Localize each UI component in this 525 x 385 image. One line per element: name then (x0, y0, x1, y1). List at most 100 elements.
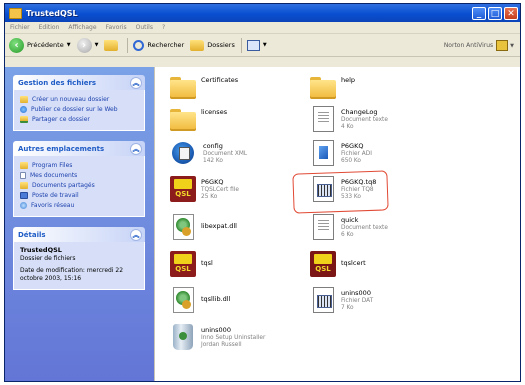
annotation-highlight (292, 170, 389, 214)
file-item[interactable]: tqsl (170, 251, 325, 277)
task-publish-web[interactable]: Publier ce dossier sur le Web (20, 105, 139, 114)
place-label: Poste de travail (32, 192, 79, 199)
task-pane: Gestion des fichiers ︽ Créer un nouveau … (5, 67, 154, 381)
norton-antivirus-button[interactable]: Norton AntiVirus ▼ (444, 40, 514, 51)
folder-icon (170, 106, 196, 132)
collapse-chevron-icon[interactable]: ︽ (130, 229, 142, 241)
file-name: unins000 (201, 326, 231, 334)
collapse-chevron-icon[interactable]: ︽ (130, 77, 142, 89)
close-button[interactable]: ✕ (504, 6, 518, 20)
menu-tools[interactable]: Outils (136, 24, 153, 31)
title-bar[interactable]: TrustedQSL _ □ ✕ (5, 4, 520, 22)
other-places-panel: Autres emplacements ︽ Program Files Mes … (13, 141, 145, 217)
file-item[interactable]: quick Document texte 6 Ko (310, 214, 465, 240)
file-name: P6GKQ (201, 178, 224, 186)
file-name: libexpat.dll (201, 222, 237, 230)
file-item[interactable]: config Document XML 142 Ko (170, 140, 325, 166)
file-publisher: Jordan Russell (201, 342, 242, 348)
file-item[interactable]: libexpat.dll (170, 214, 325, 240)
shared-documents-icon (20, 182, 28, 189)
file-size: 4 Ko (341, 124, 354, 130)
file-name: help (341, 76, 356, 84)
shared-folder-icon (20, 116, 28, 123)
file-item[interactable]: help (310, 74, 465, 100)
panel-header[interactable]: Autres emplacements ︽ (13, 141, 145, 156)
file-type: Inno Setup Uninstaller (201, 334, 266, 341)
content-area: Gestion des fichiers ︽ Créer un nouveau … (5, 67, 520, 381)
file-name: Certificates (201, 76, 239, 84)
up-button[interactable] (104, 39, 121, 51)
menu-edit[interactable]: Edition (39, 24, 60, 31)
file-item[interactable]: licenses (170, 106, 325, 132)
panel-body: Program Files Mes documents Documents pa… (13, 156, 145, 217)
place-network[interactable]: Favoris réseau (20, 201, 139, 210)
back-arrow-icon: ‹ (9, 37, 24, 53)
back-button[interactable]: ‹ Précédente ▼ (9, 37, 71, 53)
file-name: unins000 (341, 289, 371, 297)
search-label: Rechercher (147, 41, 185, 49)
file-name: tqslcert (341, 259, 366, 267)
file-item[interactable]: Certificates (170, 74, 325, 100)
window-title: TrustedQSL (26, 8, 78, 18)
task-label: Créer un nouveau dossier (32, 96, 110, 103)
dll-icon (173, 214, 194, 240)
forward-arrow-icon: › (76, 37, 92, 53)
panel-body: Créer un nouveau dossier Publier ce doss… (13, 90, 145, 131)
panel-header[interactable]: Détails ︽ (13, 227, 145, 242)
place-label: Favoris réseau (31, 202, 75, 209)
explorer-window: TrustedQSL _ □ ✕ Fichier Edition Afficha… (4, 3, 521, 382)
place-label: Program Files (32, 162, 73, 169)
folders-button[interactable]: Dossiers (190, 39, 235, 51)
file-size: 25 Ko (201, 194, 218, 200)
file-name: ChangeLog (341, 108, 378, 116)
place-shared-documents[interactable]: Documents partagés (20, 181, 139, 190)
file-type: Fichier DAT (341, 297, 374, 304)
views-button[interactable]: ▼ (246, 39, 267, 51)
norton-icon (496, 40, 509, 51)
maximize-button[interactable]: □ (488, 6, 502, 20)
task-new-folder[interactable]: Créer un nouveau dossier (20, 95, 139, 104)
minimize-button[interactable]: _ (472, 6, 486, 20)
toolbar: ‹ Précédente ▼ › ▼ Rechercher Dossiers ▼… (5, 34, 520, 57)
menu-bar: Fichier Edition Affichage Favoris Outils… (5, 22, 520, 34)
file-item[interactable]: unins000 Fichier DAT 7 Ko (310, 287, 465, 313)
collapse-chevron-icon[interactable]: ︽ (130, 143, 142, 155)
dropdown-arrow-icon[interactable]: ▼ (510, 43, 514, 49)
file-name: config (203, 142, 223, 150)
details-type: Dossier de fichiers (20, 255, 76, 262)
task-label: Partager ce dossier (32, 116, 90, 123)
file-size: 7 Ko (341, 305, 354, 311)
dropdown-arrow-icon[interactable]: ▼ (263, 42, 267, 48)
xml-document-icon (172, 142, 194, 164)
forward-button[interactable]: › ▼ (76, 37, 99, 53)
menu-favorites[interactable]: Favoris (106, 24, 127, 31)
menu-file[interactable]: Fichier (10, 24, 30, 31)
place-my-documents[interactable]: Mes documents (20, 171, 139, 180)
menu-help[interactable]: ? (162, 24, 165, 31)
place-program-files[interactable]: Program Files (20, 161, 139, 170)
file-item[interactable]: unins000 Inno Setup Uninstaller Jordan Rus… (170, 324, 325, 350)
search-icon (133, 39, 145, 51)
dropdown-arrow-icon[interactable]: ▼ (95, 42, 99, 48)
task-share-folder[interactable]: Partager ce dossier (20, 115, 139, 124)
toolbar-separator (240, 37, 242, 53)
tqsl-app-icon (170, 251, 196, 277)
dropdown-arrow-icon[interactable]: ▼ (67, 42, 71, 48)
file-item[interactable]: P6GKQ Fichier ADI 650 Ko (310, 140, 465, 166)
menu-view[interactable]: Affichage (68, 24, 96, 31)
text-document-icon (313, 106, 334, 132)
norton-label: Norton AntiVirus (443, 42, 494, 49)
search-button[interactable]: Rechercher (133, 39, 185, 51)
file-type: Document texte (341, 224, 388, 231)
file-list: Certificates help licenses ChangeLog Docu… (154, 67, 520, 381)
file-type: Document texte (341, 116, 388, 123)
task-label: Publier ce dossier sur le Web (31, 106, 118, 113)
file-item[interactable]: ChangeLog Document texte 4 Ko (310, 106, 465, 132)
file-item[interactable]: tqslcert (310, 251, 465, 277)
panel-header[interactable]: Gestion des fichiers ︽ (13, 75, 145, 90)
file-item[interactable]: tqsllib.dll (170, 287, 325, 313)
network-icon (20, 202, 27, 209)
folder-icon (170, 74, 196, 100)
toolbar-separator (127, 37, 129, 53)
place-my-computer[interactable]: Poste de travail (20, 191, 139, 200)
